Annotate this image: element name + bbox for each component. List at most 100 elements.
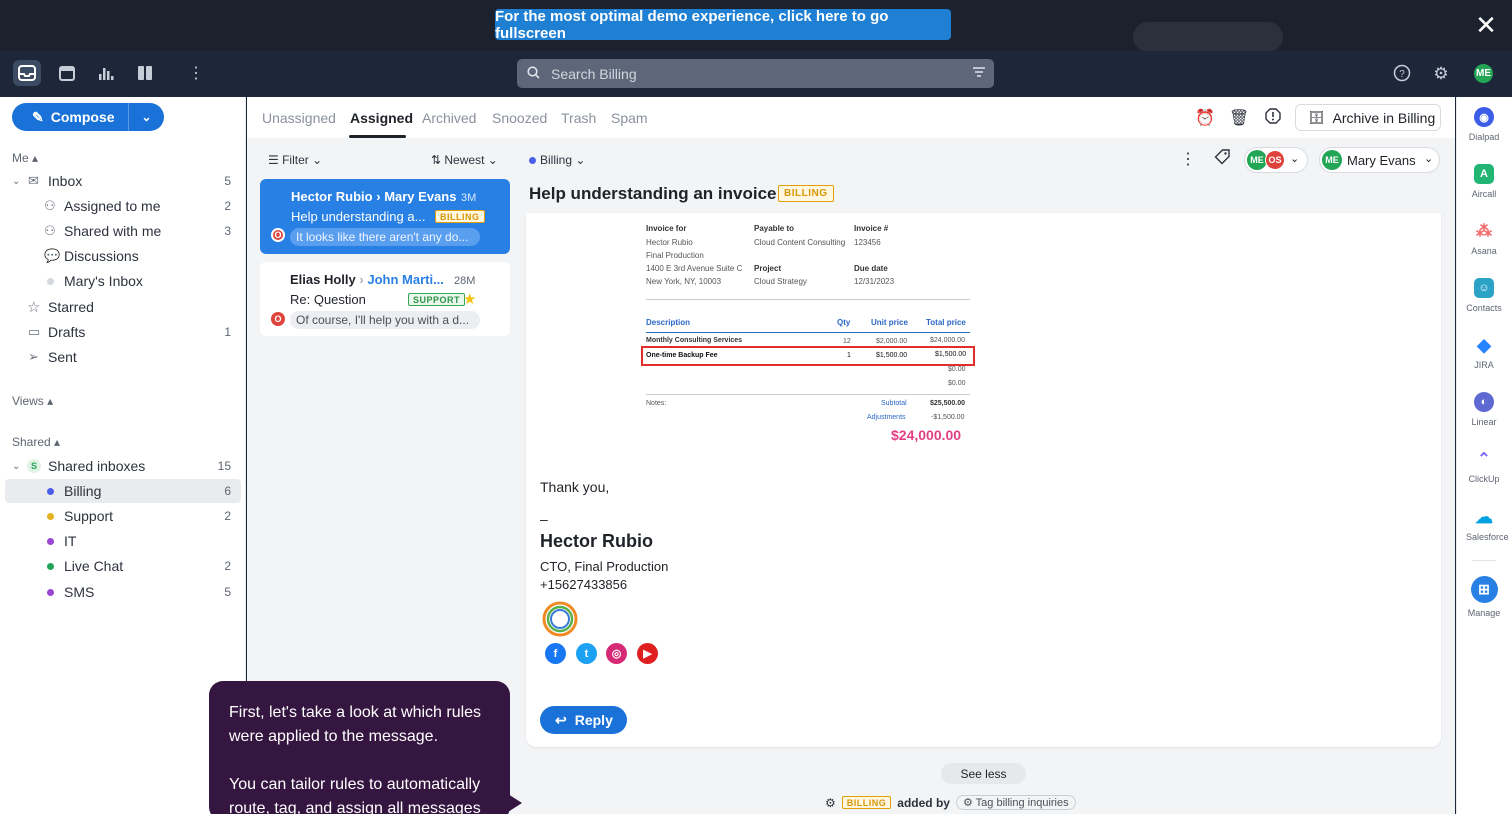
- twitter-icon[interactable]: t: [576, 643, 597, 664]
- snooze-alarm-icon[interactable]: ⏰: [1195, 108, 1215, 128]
- settings-gear-icon[interactable]: ⚙: [1431, 64, 1451, 84]
- tab-snoozed[interactable]: Snoozed: [492, 110, 547, 126]
- integration-contacts[interactable]: ☺ Contacts: [1466, 278, 1502, 313]
- sidebar-item-drafts[interactable]: ▭ Drafts 1: [0, 320, 246, 344]
- reply-arrow-icon: ↩: [555, 711, 567, 728]
- invoice-divider: [646, 332, 970, 333]
- send-plane-icon: ➢: [28, 349, 39, 364]
- contacts-book-icon[interactable]: [131, 60, 159, 86]
- rule-link[interactable]: ⚙ Tag billing inquiries: [955, 795, 1076, 810]
- message-preview: It looks like there aren't any do...: [290, 228, 480, 246]
- calendar-icon[interactable]: [53, 60, 81, 86]
- invoice-cell: Subtotal: [881, 400, 907, 407]
- filter-lines-icon[interactable]: [972, 65, 986, 82]
- inbox-app-icon[interactable]: [13, 60, 41, 86]
- tooltip-text: You can tailor rules to automatically ro…: [229, 776, 481, 814]
- integration-aircall[interactable]: A Aircall: [1466, 164, 1502, 199]
- fullscreen-banner-button[interactable]: For the most optimal demo experience, cl…: [495, 8, 951, 42]
- status-dot-icon: O: [271, 312, 285, 326]
- invoice-text: Due date: [854, 264, 888, 273]
- assignee-selector[interactable]: ME Mary Evans ⌄: [1319, 147, 1440, 173]
- inbox-color-dot: [47, 537, 54, 545]
- help-icon[interactable]: ?: [1392, 64, 1412, 84]
- sidebar-item-starred[interactable]: ☆ Starred: [0, 295, 246, 319]
- sidebar-item-live-chat[interactable]: Live Chat 2: [0, 554, 246, 578]
- integration-jira[interactable]: ◆ JIRA: [1466, 335, 1502, 371]
- facebook-icon[interactable]: f: [545, 643, 566, 664]
- integration-asana[interactable]: ⁂ Asana: [1466, 221, 1502, 256]
- billing-tag-badge: BILLING: [841, 796, 892, 809]
- sidebar-item-billing[interactable]: Billing 6: [5, 479, 241, 503]
- user-avatar[interactable]: ME: [1472, 62, 1495, 85]
- invoice-divider: [646, 299, 970, 300]
- sidebar-item-assigned-to-me[interactable]: ⚇ Assigned to me 2: [0, 194, 246, 218]
- archive-in-billing-button[interactable]: 🗄 Archive in Billing: [1295, 104, 1441, 131]
- reply-button[interactable]: ↩ Reply: [540, 706, 627, 734]
- sidebar-item-inbox[interactable]: ⌄ ✉ Inbox 5: [0, 169, 246, 193]
- youtube-icon[interactable]: ▶: [637, 643, 658, 664]
- inbox-selector[interactable]: Billing ⌄: [529, 153, 585, 167]
- compose-button[interactable]: ✎ Compose: [12, 103, 129, 131]
- sidebar-item-shared-inboxes[interactable]: ⌄ S Shared inboxes 15: [0, 454, 246, 478]
- sidebar-item-sent[interactable]: ➢ Sent: [0, 345, 246, 369]
- tooltip-text: First, let's take a look at which rules …: [229, 704, 482, 745]
- message-text: Thank you,: [540, 479, 610, 495]
- sidebar-item-label: Drafts: [48, 324, 86, 340]
- dialpad-icon: ◉: [1474, 107, 1494, 127]
- invoice-cell: $2,000.00: [876, 338, 908, 345]
- search-input[interactable]: [551, 65, 994, 82]
- sort-newest-button[interactable]: ⇅ Newest ⌄: [431, 153, 498, 167]
- sidebar-item-support[interactable]: Support 2: [0, 504, 246, 528]
- sidebar-item-count: 1: [224, 325, 231, 339]
- spam-alert-icon[interactable]: [1263, 108, 1283, 128]
- section-shared[interactable]: Shared ▴: [12, 435, 60, 449]
- more-vertical-icon[interactable]: ⋮: [1178, 149, 1198, 169]
- sidebar-item-count: 5: [224, 174, 231, 188]
- integration-salesforce[interactable]: ☁ Salesforce: [1466, 507, 1509, 543]
- close-icon[interactable]: ✕: [1472, 12, 1500, 40]
- integration-clickup[interactable]: ⌃ ClickUp: [1466, 449, 1502, 484]
- analytics-icon[interactable]: [92, 60, 120, 86]
- tab-archived[interactable]: Archived: [422, 110, 476, 126]
- star-icon[interactable]: ★: [463, 290, 476, 308]
- sidebar-item-discussions[interactable]: 💬 Discussions: [0, 244, 246, 268]
- integration-label: Linear: [1471, 417, 1497, 427]
- sidebar-item-label: Sent: [48, 349, 77, 365]
- section-views[interactable]: Views ▴: [12, 394, 53, 408]
- linear-icon: ◐: [1474, 392, 1494, 412]
- sidebar-item-label: Assigned to me: [64, 198, 161, 214]
- list-item[interactable]: Elias Holly › John Marti... 28M Re: Ques…: [260, 262, 510, 336]
- tag-icon[interactable]: [1212, 149, 1232, 169]
- star-icon: ☆: [27, 299, 41, 316]
- tab-trash[interactable]: Trash: [561, 110, 596, 126]
- sidebar-item-sms[interactable]: SMS 5: [0, 580, 246, 604]
- trash-icon[interactable]: 🗑: [1229, 108, 1249, 128]
- instagram-icon[interactable]: ◎: [606, 643, 627, 664]
- filter-button[interactable]: ☰ Filter ⌄: [268, 153, 322, 167]
- participants-selector[interactable]: ME OS ⌄: [1244, 147, 1308, 173]
- tab-unassigned[interactable]: Unassigned: [262, 110, 336, 126]
- sidebar-item-shared-with-me[interactable]: ⚇ Shared with me 3: [0, 219, 246, 243]
- see-less-button[interactable]: See less: [941, 763, 1026, 784]
- divider: [1472, 560, 1496, 561]
- tab-spam[interactable]: Spam: [611, 110, 648, 126]
- sidebar-item-marys-inbox[interactable]: Mary's Inbox: [0, 269, 246, 293]
- message-subject: Re: Question: [290, 292, 366, 307]
- list-item[interactable]: Hector Rubio › Mary Evans 3M Help unders…: [260, 179, 510, 254]
- invoice-cell: $24,000.00: [930, 337, 966, 344]
- billing-tag-badge[interactable]: BILLING: [778, 185, 834, 202]
- more-vertical-icon[interactable]: ⋮: [182, 60, 210, 86]
- compose-button-group[interactable]: ✎ Compose ⌄: [12, 103, 164, 131]
- integration-manage[interactable]: ⊞ Manage: [1466, 576, 1502, 618]
- search-bar[interactable]: [517, 59, 994, 88]
- sidebar-item-count: 2: [224, 509, 231, 523]
- section-me[interactable]: Me ▴: [12, 151, 38, 165]
- integration-dialpad[interactable]: ◉ Dialpad: [1466, 107, 1502, 142]
- tab-assigned[interactable]: Assigned: [350, 110, 413, 126]
- chevron-down-icon[interactable]: ⌄: [129, 110, 164, 124]
- invoice-text: 12/31/2023: [854, 277, 895, 286]
- sidebar-item-label: Mary's Inbox: [64, 273, 143, 289]
- sidebar-item-it[interactable]: IT: [0, 529, 246, 553]
- integration-linear[interactable]: ◐ Linear: [1466, 392, 1502, 427]
- sidebar-item-label: Shared inboxes: [48, 458, 146, 474]
